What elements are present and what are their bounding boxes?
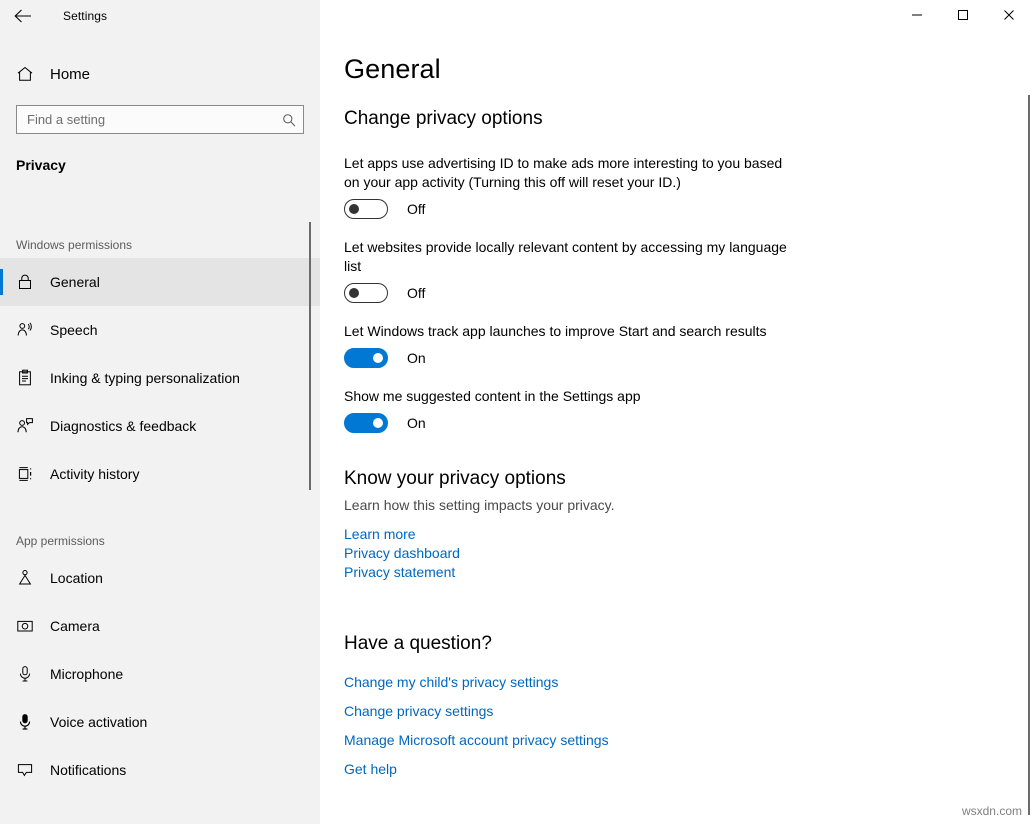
toggle-state-label: Off <box>407 201 425 217</box>
sidebar-item-general[interactable]: General <box>0 258 320 306</box>
link-change-privacy-settings[interactable]: Change privacy settings <box>344 703 493 719</box>
section-heading-know-privacy-options: Know your privacy options <box>344 468 615 490</box>
toggle-row: Off <box>344 283 792 303</box>
link-privacy-statement[interactable]: Privacy statement <box>344 563 455 582</box>
know-privacy-subtitle: Learn how this setting impacts your priv… <box>344 497 615 513</box>
sidebar-item-location[interactable]: Location <box>0 554 320 602</box>
watermark: wsxdn.com <box>962 804 1022 818</box>
window-controls <box>894 0 1032 32</box>
camera-icon <box>2 617 48 635</box>
link-get-help[interactable]: Get help <box>344 761 397 777</box>
sidebar-item-home[interactable]: Home <box>0 58 320 90</box>
sidebar-item-label: Speech <box>50 322 97 338</box>
sidebar-item-label: Inking & typing personalization <box>50 370 240 386</box>
sidebar-scrollbar[interactable] <box>309 222 311 490</box>
toggle-state-label: On <box>407 415 426 431</box>
sidebar-item-camera[interactable]: Camera <box>0 602 320 650</box>
sidebar-item-microphone[interactable]: Microphone <box>0 650 320 698</box>
search-input[interactable] <box>16 105 304 134</box>
home-label: Home <box>50 66 90 83</box>
have-a-question-section: Have a question? Change my child's priva… <box>344 633 609 777</box>
clipboard-pen-icon <box>2 369 48 387</box>
section-heading-have-a-question: Have a question? <box>344 633 609 655</box>
sidebar-item-label: Microphone <box>50 666 123 682</box>
link-privacy-dashboard[interactable]: Privacy dashboard <box>344 544 460 563</box>
sidebar-item-label: Location <box>50 570 103 586</box>
person-feedback-icon <box>2 417 48 435</box>
search-box[interactable] <box>16 105 304 134</box>
sidebar-category-title: Privacy <box>16 157 66 173</box>
content-scrollbar[interactable] <box>1028 95 1030 815</box>
link-change-child-privacy-settings[interactable]: Change my child's privacy settings <box>344 674 558 690</box>
sidebar-item-label: Camera <box>50 618 100 634</box>
link-learn-more[interactable]: Learn more <box>344 525 416 544</box>
titlebar: Settings <box>0 0 1032 32</box>
sidebar-item-inking-typing[interactable]: Inking & typing personalization <box>0 354 320 402</box>
maximize-button[interactable] <box>940 0 986 32</box>
location-pin-icon <box>2 569 48 587</box>
track-app-launches-toggle[interactable] <box>344 348 388 368</box>
privacy-option-track-app-launches: Let Windows track app launches to improv… <box>344 322 767 368</box>
sidebar-item-label: Voice activation <box>50 714 147 730</box>
sidebar: Home Privacy Windows permissions General <box>0 0 320 824</box>
option-description: Let Windows track app launches to improv… <box>344 322 767 341</box>
sidebar-item-label: Diagnostics & feedback <box>50 418 196 434</box>
close-button[interactable] <box>986 0 1032 32</box>
privacy-option-language-list: Let websites provide locally relevant co… <box>344 238 792 303</box>
window-title: Settings <box>63 9 107 23</box>
sidebar-item-activity-history[interactable]: Activity history <box>0 450 320 498</box>
sidebar-nav: Windows permissions General Speech <box>0 232 320 794</box>
sidebar-item-diagnostics-feedback[interactable]: Diagnostics & feedback <box>0 402 320 450</box>
sidebar-item-label: Notifications <box>50 762 126 778</box>
option-description: Show me suggested content in the Setting… <box>344 387 641 406</box>
toggle-row: On <box>344 413 641 433</box>
sidebar-item-voice-activation[interactable]: Voice activation <box>0 698 320 746</box>
minimize-icon <box>911 9 923 24</box>
suggested-content-toggle[interactable] <box>344 413 388 433</box>
minimize-button[interactable] <box>894 0 940 32</box>
know-privacy-section: Know your privacy options Learn how this… <box>344 468 615 582</box>
toggle-state-label: On <box>407 350 426 366</box>
home-icon <box>2 65 48 83</box>
toggle-row: Off <box>344 199 792 219</box>
speech-person-icon <box>2 321 48 339</box>
sidebar-item-speech[interactable]: Speech <box>0 306 320 354</box>
sidebar-item-label: General <box>50 274 100 290</box>
notification-bubble-icon <box>2 761 48 779</box>
section-heading-change-privacy-options: Change privacy options <box>344 108 543 130</box>
page-title: General <box>344 54 441 85</box>
maximize-icon <box>957 9 969 24</box>
voice-activation-icon <box>2 713 48 731</box>
back-button[interactable] <box>0 0 45 32</box>
privacy-option-suggested-content: Show me suggested content in the Setting… <box>344 387 641 433</box>
activity-timeline-icon <box>2 465 48 483</box>
toggle-row: On <box>344 348 767 368</box>
privacy-option-advertising-id: Let apps use advertising ID to make ads … <box>344 154 792 219</box>
advertising-id-toggle[interactable] <box>344 199 388 219</box>
link-manage-microsoft-account-privacy-settings[interactable]: Manage Microsoft account privacy setting… <box>344 732 609 748</box>
nav-section-heading-app-permissions: App permissions <box>0 528 320 554</box>
sidebar-item-notifications[interactable]: Notifications <box>0 746 320 794</box>
language-list-toggle[interactable] <box>344 283 388 303</box>
main-content: General Change privacy options Let apps … <box>320 0 1032 824</box>
option-description: Let websites provide locally relevant co… <box>344 238 792 276</box>
sidebar-item-label: Activity history <box>50 466 139 482</box>
close-icon <box>1003 9 1015 24</box>
lock-icon <box>2 273 48 291</box>
nav-section-heading-windows-permissions: Windows permissions <box>0 232 320 258</box>
option-description: Let apps use advertising ID to make ads … <box>344 154 792 192</box>
microphone-icon <box>2 665 48 683</box>
toggle-state-label: Off <box>407 285 425 301</box>
back-arrow-icon <box>14 9 32 23</box>
